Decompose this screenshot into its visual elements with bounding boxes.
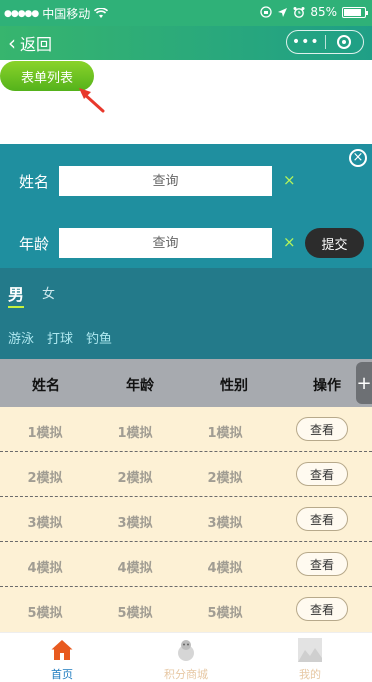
name-search-input[interactable] [59, 166, 272, 196]
filter-panel: 男 女 游泳 打球 钓鱼 [0, 268, 372, 359]
submit-button[interactable]: 提交 [305, 228, 364, 258]
cell-name: 5模拟 [27, 606, 63, 621]
header-action: 操作 [313, 378, 341, 394]
tab-home[interactable]: 首页 [0, 633, 124, 682]
name-label: 姓名 [19, 173, 50, 191]
header-age: 年龄 [126, 378, 154, 394]
age-label: 年龄 [19, 235, 50, 253]
cell-name: 2模拟 [27, 471, 63, 486]
back-label: 返回 [20, 35, 53, 54]
rotation-lock-icon [260, 6, 272, 18]
red-arrow-icon [79, 88, 105, 113]
tab-label-mine: 我的 [299, 668, 321, 681]
battery-icon [342, 6, 368, 18]
cell-gender: 1模拟 [207, 426, 243, 441]
header-gender: 性别 [220, 378, 248, 394]
table-row: 1模拟 1模拟 1模拟 查看 [0, 407, 372, 452]
clear-age-icon[interactable]: × [283, 233, 296, 251]
chevron-left-icon: ‹ [8, 31, 16, 55]
tab-label-home: 首页 [51, 668, 73, 681]
tab-mine[interactable]: 我的 [248, 633, 372, 682]
hobby-swimming[interactable]: 游泳 [8, 328, 34, 347]
hobby-ball[interactable]: 打球 [47, 328, 73, 347]
table-row: 3模拟 3模拟 3模拟 查看 [0, 497, 372, 542]
close-mini-program-button[interactable] [326, 35, 364, 49]
table-row: 2模拟 2模拟 2模拟 查看 [0, 452, 372, 497]
cell-age: 5模拟 [117, 606, 153, 621]
age-search-input[interactable] [59, 228, 272, 258]
tab-mall[interactable]: 积分商城 [124, 633, 248, 682]
cell-name: 1模拟 [27, 426, 63, 441]
battery-percent: 85% [310, 5, 337, 19]
cell-age: 3模拟 [117, 516, 153, 531]
more-menu-button[interactable]: ••• [287, 34, 325, 50]
view-button[interactable]: 查看 [296, 552, 348, 576]
view-button[interactable]: 查看 [296, 597, 348, 621]
status-bar: ●●●●● 中国移动 85% [0, 0, 372, 26]
alarm-icon [293, 7, 305, 18]
cell-age: 4模拟 [117, 561, 153, 576]
profile-icon [298, 638, 322, 662]
gender-tab-male[interactable]: 男 [8, 281, 25, 308]
table-header: 姓名 年龄 性别 操作 + [0, 359, 372, 407]
table-row: 4模拟 4模拟 4模拟 查看 [0, 542, 372, 587]
age-row: 年龄 × 提交 [0, 228, 372, 258]
carrier-name: 中国移动 [42, 7, 91, 21]
table-body: 1模拟 1模拟 1模拟 查看 2模拟 2模拟 2模拟 查看 3模拟 3模拟 3模… [0, 407, 372, 632]
tab-bar: 首页 积分商城 我的 [0, 632, 372, 682]
hobby-list: 游泳 打球 钓鱼 [8, 328, 112, 347]
location-icon [278, 7, 288, 17]
table-row: 5模拟 5模拟 5模拟 查看 [0, 587, 372, 632]
view-button[interactable]: 查看 [296, 417, 348, 441]
tab-label-mall: 积分商城 [164, 668, 208, 681]
name-row: 姓名 × [0, 166, 372, 196]
close-icon[interactable]: × [349, 149, 367, 167]
back-button[interactable]: ‹ 返回 [8, 31, 52, 55]
header-name: 姓名 [32, 378, 60, 394]
mini-program-capsule: ••• [286, 30, 364, 54]
hobby-fishing[interactable]: 钓鱼 [86, 328, 112, 347]
wifi-icon [94, 8, 109, 18]
cell-name: 3模拟 [27, 516, 63, 531]
view-button[interactable]: 查看 [296, 507, 348, 531]
cell-gender: 5模拟 [207, 606, 243, 621]
search-panel: × 姓名 × 年龄 × 提交 [0, 144, 372, 268]
cell-age: 2模拟 [117, 471, 153, 486]
target-icon [337, 35, 352, 49]
battery-level [344, 8, 361, 16]
mall-icon [178, 640, 194, 661]
add-row-button[interactable]: + [356, 362, 372, 404]
view-button[interactable]: 查看 [296, 462, 348, 486]
cell-age: 1模拟 [117, 426, 153, 441]
gender-tab-female[interactable]: 女 [42, 283, 55, 302]
signal-icon: ●●●●● [4, 8, 39, 19]
cell-gender: 4模拟 [207, 561, 243, 576]
nav-bar: ‹ 返回 ••• [0, 26, 372, 60]
clear-name-icon[interactable]: × [283, 171, 296, 189]
home-icon [51, 640, 73, 660]
cell-gender: 2模拟 [207, 471, 243, 486]
cell-gender: 3模拟 [207, 516, 243, 531]
cell-name: 4模拟 [27, 561, 63, 576]
